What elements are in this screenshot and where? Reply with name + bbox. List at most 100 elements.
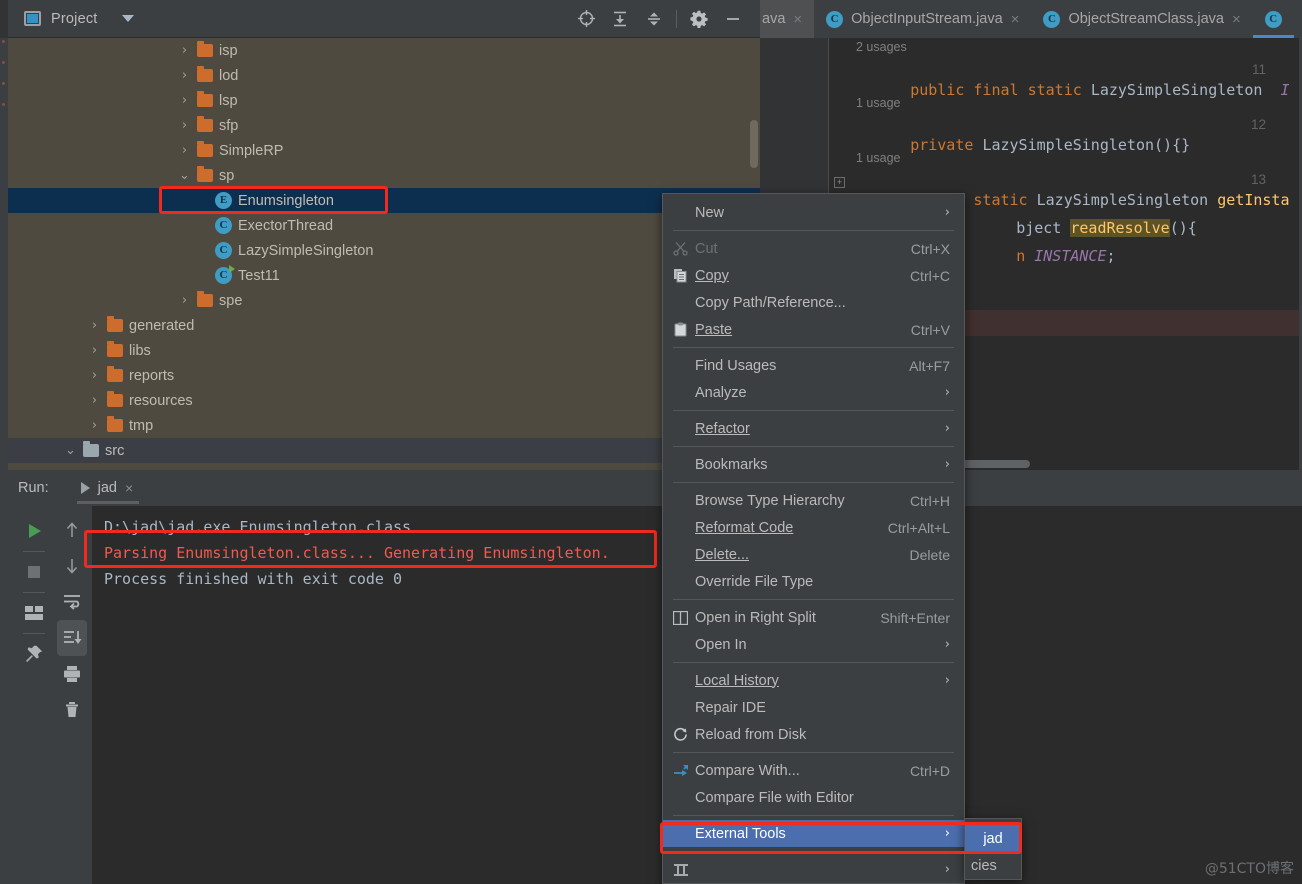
menu-item-cut[interactable]: Cut Ctrl+X [663, 235, 964, 262]
code-fold-icon[interactable]: + [834, 177, 845, 188]
menu-item-diagrams[interactable]: › [663, 856, 964, 883]
scroll-to-end-icon[interactable] [57, 620, 87, 656]
menu-item-paste[interactable]: Paste Ctrl+V [663, 316, 964, 343]
usage-hint: 1 usage [856, 151, 901, 165]
close-icon[interactable]: × [1011, 12, 1020, 27]
menu-item-analyze[interactable]: Analyze › [663, 379, 964, 406]
menu-item-open-in[interactable]: Open In › [663, 631, 964, 658]
folder-icon [197, 116, 213, 132]
tab-objectinputstream[interactable]: C ObjectInputStream.java × [814, 0, 1032, 38]
tree-item-sfp[interactable]: › sfp [8, 113, 760, 138]
tree-item-lazysimplesingleton[interactable]: C LazySimpleSingleton [8, 238, 760, 263]
chevron-right-icon[interactable]: › [88, 393, 101, 408]
tree-item-isp[interactable]: › isp [8, 38, 760, 63]
tree-item-resources[interactable]: › resources [8, 388, 760, 413]
folder-icon [197, 91, 213, 107]
pin-icon[interactable] [19, 637, 49, 671]
expand-all-icon[interactable] [603, 4, 637, 34]
close-icon[interactable]: × [1232, 12, 1241, 27]
menu-item-reload-from-disk[interactable]: Reload from Disk [663, 721, 964, 748]
tree-item-generated[interactable]: › generated [8, 313, 760, 338]
chevron-right-icon[interactable]: › [88, 368, 101, 383]
menu-item-delete[interactable]: Delete... Delete [663, 541, 964, 568]
down-arrow-icon[interactable] [57, 548, 87, 584]
chevron-right-icon[interactable]: › [178, 293, 191, 308]
menu-item-browse-type-hierarchy[interactable]: Browse Type Hierarchy Ctrl+H [663, 487, 964, 514]
menu-item-text: Reformat Code [695, 519, 794, 536]
stop-icon[interactable] [19, 555, 49, 589]
menu-item-external-tools[interactable]: External Tools › [663, 820, 964, 847]
submenu-item-jad[interactable]: jad [965, 825, 1021, 852]
tree-item-enumsingleton[interactable]: E Enumsingleton [8, 188, 760, 213]
tree-item-label: SimpleRP [219, 142, 284, 159]
chevron-right-icon[interactable]: › [178, 143, 191, 158]
chevron-right-icon[interactable]: › [178, 93, 191, 108]
chevron-right-icon: › [944, 385, 950, 400]
diagram-icon [673, 863, 695, 877]
project-window-icon [24, 11, 41, 26]
menu-item-refactor[interactable]: Refactor › [663, 415, 964, 442]
chevron-down-icon[interactable]: ⌄ [64, 443, 77, 458]
copy-icon [673, 268, 695, 283]
tree-item-reports[interactable]: › reports [8, 363, 760, 388]
menu-item-reformat-code[interactable]: Reformat Code Ctrl+Alt+L [663, 514, 964, 541]
menu-item-shortcut: Ctrl+H [909, 492, 950, 509]
menu-item-bookmarks[interactable]: Bookmarks › [663, 451, 964, 478]
gear-icon[interactable] [682, 4, 716, 34]
menu-item-compare-with[interactable]: Compare With... Ctrl+D [663, 757, 964, 784]
trash-icon[interactable] [57, 692, 87, 728]
print-icon[interactable] [57, 656, 87, 692]
tree-item-lod[interactable]: › lod [8, 63, 760, 88]
menu-item-override-file-type[interactable]: Override File Type [663, 568, 964, 595]
chevron-right-icon[interactable]: › [88, 418, 101, 433]
chevron-right-icon[interactable]: › [178, 118, 191, 133]
soft-wrap-icon[interactable] [57, 584, 87, 620]
chevron-right-icon[interactable]: › [178, 43, 191, 58]
tab-objectstreamclass[interactable]: C ObjectStreamClass.java × [1031, 0, 1253, 38]
menu-item-copy-path-reference[interactable]: Copy Path/Reference... [663, 289, 964, 316]
tree-item-sp[interactable]: ⌄ sp [8, 163, 760, 188]
chevron-right-icon[interactable]: › [88, 318, 101, 333]
external-tools-submenu: jad cies [964, 818, 1022, 880]
layout-icon[interactable] [19, 596, 49, 630]
menu-item-new[interactable]: New › [663, 199, 964, 226]
close-icon[interactable]: × [793, 12, 802, 27]
run-label: Run: [18, 480, 49, 496]
tree-item-simplerp[interactable]: › SimpleRP [8, 138, 760, 163]
tree-item-src[interactable]: ⌄ src [8, 438, 760, 463]
tab-label: ava [762, 11, 786, 27]
run-config-icon [80, 482, 90, 494]
chevron-right-icon[interactable]: › [88, 343, 101, 358]
tab-partial[interactable]: ava × [760, 0, 815, 38]
tree-item-exectorthread[interactable]: C ExectorThread [8, 213, 760, 238]
menu-item-compare-file-with-editor[interactable]: Compare File with Editor [663, 784, 964, 811]
class-icon: C [1264, 10, 1282, 28]
chevron-down-icon[interactable]: ⌄ [178, 168, 191, 183]
tree-item-lsp[interactable]: › lsp [8, 88, 760, 113]
line-number: 12 [1250, 117, 1266, 132]
tree-item-tmp[interactable]: › tmp [8, 413, 760, 438]
menu-item-copy[interactable]: Copy Ctrl+C [663, 262, 964, 289]
tree-item-libs[interactable]: › libs [8, 338, 760, 363]
close-icon[interactable]: × [125, 480, 133, 496]
run-icon[interactable] [19, 514, 49, 548]
collapse-all-icon[interactable] [637, 4, 671, 34]
minimize-icon[interactable] [716, 4, 750, 34]
run-tab-jad[interactable]: jad × [76, 473, 140, 504]
menu-item-find-usages[interactable]: Find Usages Alt+F7 [663, 352, 964, 379]
submenu-behind-label: cies [971, 857, 997, 874]
folder-icon [107, 416, 123, 432]
tree-item-spe[interactable]: › spe [8, 288, 760, 313]
tree-scrollbar[interactable] [750, 120, 758, 168]
locate-icon[interactable] [569, 4, 603, 34]
chevron-right-icon[interactable]: › [178, 68, 191, 83]
code-token: LazySimpleSingleton [982, 136, 1155, 154]
tree-item-test11[interactable]: C Test11 [8, 263, 760, 288]
menu-item-local-history[interactable]: Local History › [663, 667, 964, 694]
up-arrow-icon[interactable] [57, 512, 87, 548]
chevron-down-icon[interactable] [121, 15, 134, 22]
toolbar-divider [23, 592, 45, 593]
menu-item-repair-ide[interactable]: Repair IDE [663, 694, 964, 721]
tab-next[interactable]: C [1252, 0, 1294, 38]
menu-item-open-in-right-split[interactable]: Open in Right Split Shift+Enter [663, 604, 964, 631]
